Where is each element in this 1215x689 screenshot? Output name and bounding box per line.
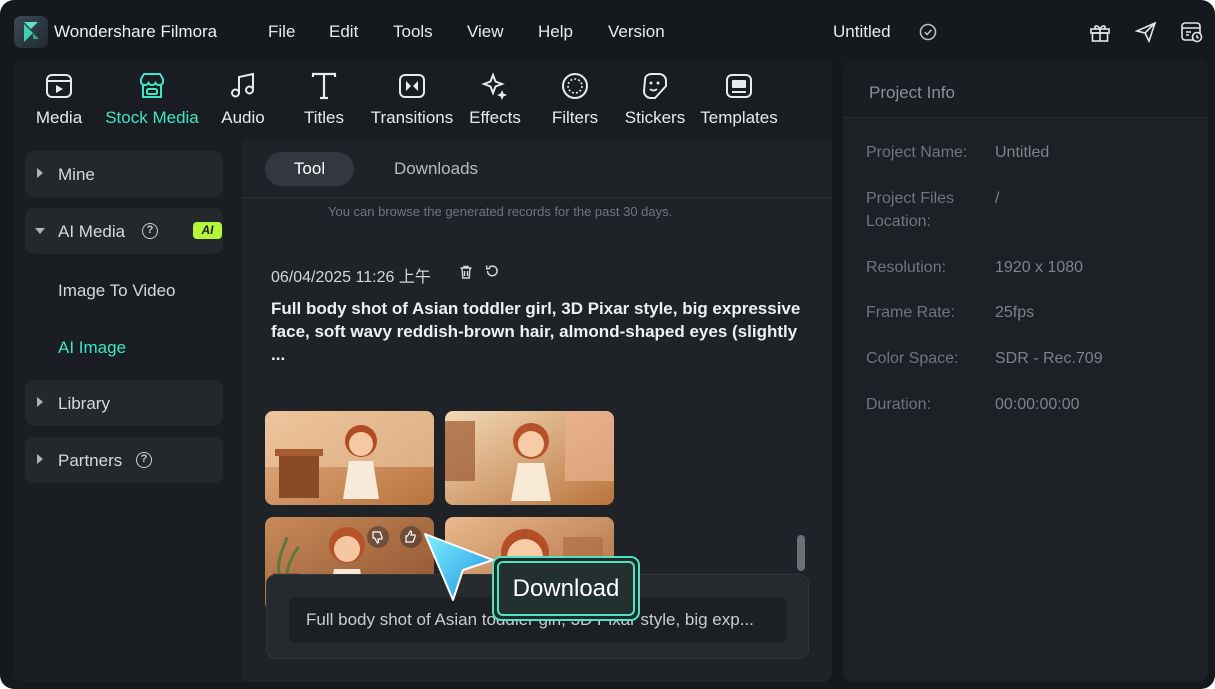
text-t-icon (311, 72, 337, 100)
project-title: Untitled (833, 22, 891, 41)
stock-media-sidebar: Mine AI Media ? AI Image To Video AI Ima… (14, 140, 242, 682)
download-tooltip: Download (497, 561, 635, 616)
ai-badge: AI (193, 222, 222, 239)
help-icon[interactable]: ? (136, 452, 152, 468)
tab-label: Templates (700, 108, 778, 127)
gift-icon[interactable] (1088, 20, 1112, 44)
send-feedback-icon[interactable] (1134, 20, 1158, 44)
help-icon[interactable]: ? (142, 223, 158, 239)
menu-view[interactable]: View (467, 22, 504, 42)
template-icon (726, 74, 752, 98)
project-info-panel: Project Info Project Name: Untitled Proj… (843, 60, 1208, 682)
project-name-label: Project Name: (866, 144, 968, 161)
tab-label: Effects (469, 108, 521, 127)
filmora-logo-icon (14, 16, 48, 48)
chevron-right-icon (37, 168, 43, 178)
menu-version[interactable]: Version (608, 22, 665, 42)
tab-label: Audio (221, 108, 265, 127)
saved-check-icon (918, 20, 942, 44)
sidebar-item-partners[interactable]: Partners ? (25, 437, 223, 483)
segment-tool[interactable]: Tool (265, 152, 354, 186)
pointer-cursor-icon (424, 533, 494, 601)
project-name-value: Untitled (995, 144, 1050, 161)
project-files-location-label: Project Files Location: (866, 190, 955, 230)
app-name: Wondershare Filmora (54, 22, 218, 41)
project-info-header: Project Info (843, 60, 1208, 118)
color-space-label: Color Space: (866, 350, 959, 367)
trash-icon[interactable] (458, 264, 474, 280)
chevron-right-icon (37, 454, 43, 464)
tab-filters[interactable]: Filters (544, 60, 606, 140)
tab-label: Media (35, 108, 83, 127)
sidebar-item-mine[interactable]: Mine (25, 151, 223, 197)
tab-media[interactable]: Media (28, 60, 90, 140)
tab-label: Stock Media (105, 108, 199, 127)
tab-stock-media[interactable]: Stock Media (102, 60, 202, 140)
sidebar-item-image-to-video[interactable]: Image To Video (58, 281, 176, 301)
resolution-value: 1920 x 1080 (995, 259, 1084, 276)
thumbs-down-icon[interactable] (366, 525, 390, 549)
media-tab-bar: Media Stock Media Audio Titles Transitio… (14, 60, 832, 140)
tab-audio[interactable]: Audio (212, 60, 274, 140)
schedule-icon[interactable] (1180, 20, 1204, 44)
sidebar-item-ai-media[interactable]: AI Media ? AI (25, 208, 223, 254)
scrollbar-thumb[interactable] (797, 535, 805, 571)
title-bar: Wondershare Filmora File Edit Tools View… (0, 0, 1215, 60)
media-icon (46, 74, 72, 98)
tab-label: Titles (304, 108, 344, 127)
tab-label: Stickers (624, 108, 686, 127)
stock-media-icon (140, 73, 164, 98)
project-files-location-value: / (995, 190, 1000, 207)
divider (242, 197, 832, 198)
duration-label: Duration: (866, 396, 931, 413)
sticker-icon (642, 73, 667, 99)
regenerate-icon[interactable] (484, 263, 500, 279)
sidebar-item-library[interactable]: Library (25, 380, 223, 426)
menu-help[interactable]: Help (538, 22, 573, 42)
tab-label: Transitions (370, 108, 454, 127)
tab-templates[interactable]: Templates (698, 60, 780, 140)
frame-rate-value: 25fps (995, 304, 1035, 321)
menu-file[interactable]: File (268, 22, 295, 42)
tab-effects[interactable]: Effects (466, 60, 524, 140)
sparkle-icon (481, 72, 507, 100)
transition-icon (399, 74, 425, 98)
color-space-value: SDR - Rec.709 (995, 350, 1103, 367)
duration-value: 00:00:00:00 (995, 396, 1080, 413)
frame-rate-label: Frame Rate: (866, 304, 955, 321)
record-prompt: Full body shot of Asian toddler girl, 3D… (271, 299, 801, 364)
chevron-down-icon (35, 228, 45, 234)
segment-downloads[interactable]: Downloads (376, 152, 496, 186)
music-note-icon (231, 72, 254, 98)
sidebar-item-label: Library (58, 394, 110, 413)
filter-icon (562, 73, 588, 99)
record-timestamp: 06/04/2025 11:26 上午 (271, 269, 431, 286)
chevron-right-icon (37, 397, 43, 407)
filmora-window: Wondershare Filmora File Edit Tools View… (0, 0, 1215, 689)
generated-image-thumbnail[interactable] (265, 411, 434, 505)
sidebar-item-ai-image[interactable]: AI Image (58, 338, 126, 358)
sidebar-item-label: AI Media (58, 222, 126, 241)
sidebar-item-label: Partners (58, 451, 123, 470)
tab-stickers[interactable]: Stickers (622, 60, 688, 140)
generated-image-thumbnail[interactable] (445, 411, 614, 505)
menu-edit[interactable]: Edit (329, 22, 358, 42)
tab-transitions[interactable]: Transitions (366, 60, 458, 140)
tab-titles[interactable]: Titles (294, 60, 354, 140)
tab-label: Filters (551, 108, 599, 127)
resolution-label: Resolution: (866, 259, 947, 276)
menu-tools[interactable]: Tools (393, 22, 433, 42)
history-hint-text: You can browse the generated records for… (328, 204, 673, 219)
sidebar-item-label: Mine (58, 165, 95, 184)
project-info-title: Project Info (869, 83, 955, 102)
